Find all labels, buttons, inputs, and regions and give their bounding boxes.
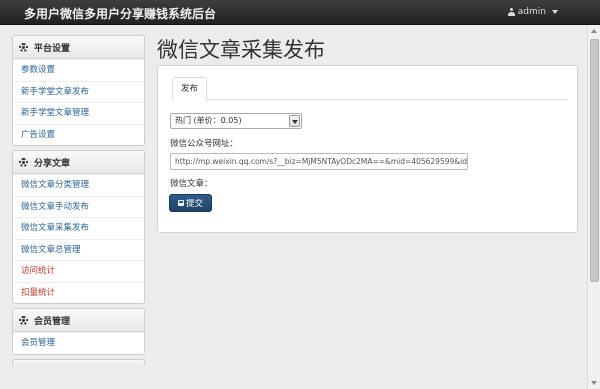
save-icon [177,200,184,206]
app-title[interactable]: 多用户微信多用户分享赚钱系统后台 [24,5,216,22]
sidebar-group-heading: 平台设置 [13,36,144,59]
gear-icon [19,42,28,52]
sidebar-item-collect-publish[interactable]: 微信文章采集发布 [13,217,144,239]
category-select-value: 热门 (单价：0.05) [175,116,242,125]
sidebar-item-tutorial-manage[interactable]: 新手学堂文章管理 [13,102,144,124]
url-input[interactable]: http://mp.weixin.qq.com/s?__biz=MjM5NTAy… [170,153,468,170]
sidebar-group-platform: 平台设置 参数设置 新手学堂文章发布 新手学堂文章管理 广告设置 [12,35,145,146]
url-label: 微信公众号网址： [170,139,239,149]
publish-panel: 发布 热门 (单价：0.05) 微信公众号网址： http://mp.weixi… [157,65,578,233]
user-name: admin [517,7,546,17]
sidebar-group-share: 分享文章 微信文章分类管理 微信文章手动发布 微信文章采集发布 微信文章总管理 … [12,150,145,304]
scroll-thumb[interactable] [590,39,599,282]
sidebar-item-deduct-stats[interactable]: 扣量统计 [13,281,144,304]
tab-bar: 发布 [172,77,568,101]
article-label: 微信文章： [170,179,213,189]
sidebar-item-manual-publish[interactable]: 微信文章手动发布 [13,195,144,218]
top-navbar: 多用户微信多用户分享赚钱系统后台 admin [0,0,600,25]
sidebar: 平台设置 参数设置 新手学堂文章发布 新手学堂文章管理 广告设置 分享文章 微信… [12,35,145,365]
sidebar-group-title: 分享文章 [34,158,71,169]
user-icon [507,8,515,16]
scroll-up-icon[interactable] [588,25,600,37]
category-select[interactable]: 热门 (单价：0.05) [170,113,302,129]
sidebar-item-params[interactable]: 参数设置 [13,59,144,81]
vertical-scrollbar[interactable] [587,25,600,389]
gear-icon [19,315,28,325]
chevron-down-icon [289,115,300,127]
sidebar-group-title: 会员管理 [34,316,71,327]
submit-button-label: 提交 [185,199,203,209]
sidebar-group-members: 会员管理 会员管理 [12,308,145,355]
user-menu[interactable]: admin [507,7,558,17]
page-title: 微信文章采集发布 [157,38,325,62]
gear-icon [19,157,28,167]
tab-publish[interactable]: 发布 [172,77,208,101]
sidebar-group-partial [12,358,145,365]
sidebar-item-visit-stats[interactable]: 访问统计 [13,260,144,282]
sidebar-item-tutorial-publish[interactable]: 新手学堂文章发布 [13,80,144,103]
sidebar-group-title: 平台设置 [34,43,71,54]
submit-button[interactable]: 提交 [169,194,212,212]
sidebar-group-heading: 分享文章 [13,151,144,174]
caret-down-icon [552,10,558,14]
sidebar-group-heading: 会员管理 [13,309,144,332]
scroll-down-icon[interactable] [588,377,600,389]
sidebar-item-ads[interactable]: 广告设置 [13,123,144,146]
sidebar-item-category-manage[interactable]: 微信文章分类管理 [13,174,144,196]
sidebar-item-article-manage[interactable]: 微信文章总管理 [13,238,144,261]
sidebar-item-member-manage[interactable]: 会员管理 [13,332,144,354]
